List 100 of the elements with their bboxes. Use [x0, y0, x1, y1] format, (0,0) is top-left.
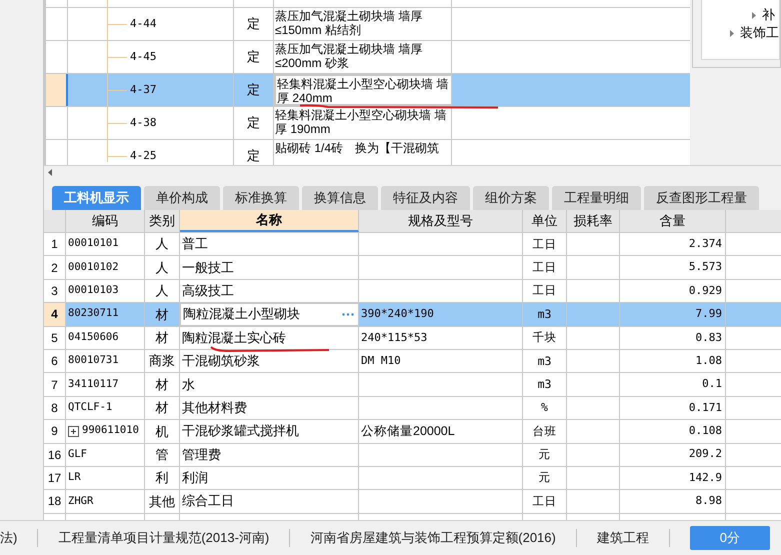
- quota-name-field[interactable]: 轻集料混凝土小型空心砌块墙 墙厚 240mm: [274, 74, 452, 106]
- tab[interactable]: 特征及内容: [381, 186, 470, 210]
- material-code: 34110117: [68, 376, 119, 392]
- column-header[interactable]: 名称: [180, 210, 359, 232]
- material-category: 其他: [149, 492, 175, 511]
- material-quantity: 8.98: [696, 493, 722, 510]
- tab[interactable]: 组价方案: [473, 186, 549, 210]
- column-header[interactable]: 损耗率: [567, 210, 620, 232]
- row-number: 16: [48, 446, 62, 464]
- collapsed-arrow-icon[interactable]: [730, 30, 734, 36]
- row-number: 5: [51, 330, 58, 347]
- material-row[interactable]: 2 00010102 人 一般技工 工日 5.573: [44, 256, 781, 280]
- material-unit: 台班: [532, 422, 556, 440]
- status-text: 法): [0, 529, 18, 548]
- material-code: 00010103: [68, 283, 119, 298]
- quota-code: 4-38: [130, 114, 156, 131]
- expand-icon[interactable]: [68, 426, 79, 437]
- material-name: 普工: [182, 237, 208, 252]
- tree-item[interactable]: 装饰工: [740, 23, 779, 43]
- material-unit: 千块: [532, 329, 556, 346]
- material-unit: 元: [538, 469, 550, 486]
- material-row[interactable]: 4 80230711 材 陶粒混凝土小型砌块 390*240*190 m3 7.99: [44, 303, 781, 327]
- column-header[interactable]: 编码: [66, 210, 145, 232]
- material-name: 水: [182, 378, 195, 392]
- tab[interactable]: 换算信息: [302, 186, 378, 210]
- material-unit: 工日: [532, 236, 556, 253]
- material-category: 商浆: [149, 352, 175, 370]
- material-code: GLF: [68, 446, 87, 462]
- material-spec: DM M10: [361, 352, 401, 369]
- material-quantity: 2.374: [688, 236, 722, 252]
- scroll-left-icon[interactable]: [48, 168, 53, 176]
- material-code: 80010731: [68, 353, 119, 368]
- material-unit: %: [541, 399, 548, 416]
- tab[interactable]: 单价构成: [144, 186, 220, 210]
- material-row[interactable]: 9 990611010 机 干混砂浆罐式搅拌机 公称储量20000L 台班 0.108: [44, 420, 781, 444]
- material-name: 陶粒混凝土实心砖: [182, 330, 286, 345]
- tab[interactable]: 工程量明细: [552, 186, 641, 210]
- material-category: 材: [156, 376, 168, 394]
- material-category: 材: [156, 399, 168, 418]
- material-quantity: 0.171: [688, 400, 722, 416]
- more-icon[interactable]: [342, 312, 354, 316]
- material-quantity: 209.2: [688, 446, 722, 462]
- quota-code: 4-37: [130, 82, 156, 98]
- material-quantity: 0.83: [696, 330, 722, 346]
- material-spec: 390*240*190: [361, 306, 434, 322]
- tree-item[interactable]: 补: [762, 5, 775, 25]
- quota-code: 4-25: [130, 148, 156, 164]
- quota-row[interactable]: 4-37 定 轻集料混凝土小型空心砌块墙 墙厚 240mm: [46, 74, 690, 107]
- material-spec: 公称储量20000L: [361, 422, 455, 440]
- material-name: 干混砌筑砂浆: [182, 354, 260, 368]
- quota-code: 4-45: [130, 48, 156, 65]
- tab[interactable]: 反查图形工程量: [644, 186, 759, 210]
- row-number: 4: [51, 306, 58, 324]
- material-code: ZHGR: [68, 494, 94, 509]
- quota-type: 定: [247, 15, 260, 34]
- material-row[interactable]: 1 00010101 人 普工 工日 2.374: [44, 233, 781, 256]
- material-quantity: 5.573: [688, 259, 722, 276]
- material-category: 管: [156, 446, 168, 464]
- row-number: 7: [51, 376, 58, 394]
- material-row[interactable]: 7 34110117 材 水 m3 0.1: [44, 373, 781, 397]
- material-row[interactable]: 8 QTCLF-1 材 其他材料费 % 0.171: [44, 396, 781, 420]
- material-category: 人: [156, 282, 168, 300]
- material-row[interactable]: 18 ZHGR 其他 综合工日 工日 8.98: [44, 490, 781, 514]
- row-number: 17: [48, 470, 62, 488]
- material-code: 00010102: [68, 260, 119, 275]
- material-category: 材: [156, 306, 168, 324]
- material-row[interactable]: 3 00010103 人 高级技工 工日 0.929: [44, 280, 781, 304]
- material-name: 综合工日: [182, 494, 234, 508]
- material-code: QTCLF-1: [68, 400, 112, 416]
- row-number: 2: [51, 260, 58, 277]
- material-unit: 工日: [532, 492, 556, 510]
- horizontal-scrollbar[interactable]: [44, 165, 781, 178]
- material-name: 一般技工: [182, 260, 234, 275]
- material-unit: 工日: [532, 282, 556, 300]
- quota-row[interactable]: 4-45 定 蒸压加气混凝土砌块墙 墙厚≤200mm 砂浆: [46, 41, 690, 74]
- row-number: 1: [51, 236, 58, 254]
- material-code: 80230711: [68, 306, 119, 322]
- material-unit: 工日: [532, 258, 556, 276]
- column-header[interactable]: 单位: [523, 210, 567, 232]
- quota-row[interactable]: 4-44 定 蒸压加气混凝土砌块墙 墙厚≤150mm 粘结剂: [46, 8, 690, 41]
- quota-type: 定: [247, 114, 260, 132]
- material-row[interactable]: 6 80010731 商浆 干混砌筑砂浆 DM M10 m3 1.08: [44, 350, 781, 374]
- material-row[interactable]: 5 04150606 材 陶粒混凝土实心砖 240*115*53 千块 0.83: [44, 326, 781, 350]
- quota-type: 定: [247, 147, 260, 165]
- row-number: 9: [51, 423, 58, 440]
- collapsed-arrow-icon[interactable]: [752, 12, 756, 18]
- material-spec: 240*115*53: [361, 330, 428, 346]
- tab[interactable]: 标准换算: [223, 186, 299, 210]
- status-text: 工程量清单项目计量规范(2013-河南): [58, 529, 270, 548]
- quota-row[interactable]: 4-38 定 轻集料混凝土小型空心砌块墙 墙厚 190mm: [46, 107, 690, 140]
- material-unit: m3: [538, 352, 552, 370]
- material-category: 机: [156, 422, 168, 441]
- material-category: 利: [156, 469, 168, 488]
- material-name: 利润: [182, 471, 208, 486]
- column-header[interactable]: 规格及型号: [359, 210, 523, 232]
- material-row[interactable]: 17 LR 利 利润 元 142.9: [44, 466, 781, 490]
- column-header[interactable]: 含量: [620, 210, 726, 232]
- material-name: 其他材料费: [182, 400, 247, 415]
- material-row[interactable]: 16 GLF 管 管理费 元 209.2: [44, 444, 781, 467]
- row-number: 3: [51, 282, 58, 300]
